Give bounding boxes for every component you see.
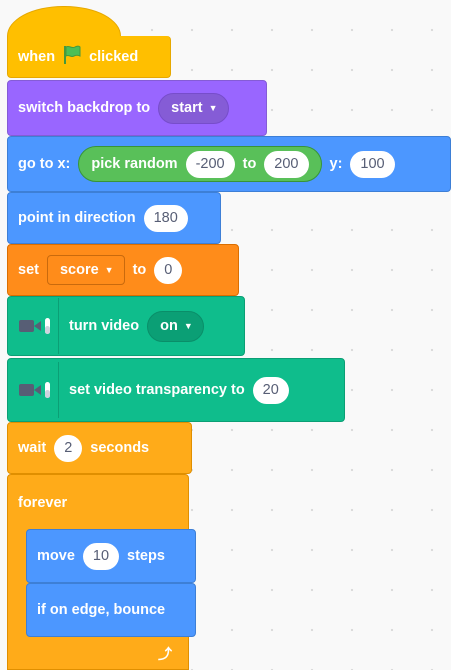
chevron-down-icon: ▼	[104, 265, 114, 275]
wait-block[interactable]: wait 2 seconds	[7, 422, 192, 474]
seconds-label: seconds	[90, 440, 150, 456]
green-flag-icon	[63, 45, 81, 69]
move-label: move	[37, 548, 75, 564]
point-in-direction-label: point in direction	[18, 210, 136, 226]
point-in-direction-block[interactable]: point in direction 180	[7, 192, 221, 244]
pick-random-reporter[interactable]: pick random -200 to 200	[78, 146, 322, 182]
switch-backdrop-label: switch backdrop to	[18, 100, 151, 116]
bounce-block[interactable]: if on edge, bounce	[26, 583, 196, 637]
video-transparency-label: set video transparency to	[69, 382, 245, 398]
set-to-label: to	[132, 262, 147, 278]
variable-dropdown[interactable]: score ▼	[46, 255, 125, 285]
backdrop-dropdown-value: start	[171, 100, 203, 116]
chevron-down-icon: ▼	[208, 103, 218, 113]
steps-label: steps	[127, 548, 165, 564]
clicked-label: clicked	[89, 48, 139, 65]
loop-arrow-icon: ⤴	[158, 646, 172, 662]
y-input[interactable]: 100	[350, 150, 395, 178]
transparency-input[interactable]: 20	[252, 376, 289, 404]
chevron-down-icon: ▼	[183, 321, 193, 331]
switch-backdrop-block[interactable]: switch backdrop to start ▼	[7, 80, 267, 136]
wait-label: wait	[18, 440, 47, 456]
forever-label: forever	[18, 495, 68, 511]
video-state-value: on	[160, 318, 178, 334]
random-to-input[interactable]: 200	[264, 150, 309, 178]
variable-value-input[interactable]: 0	[154, 256, 183, 284]
video-state-dropdown[interactable]: on ▼	[147, 310, 204, 342]
pick-random-label: pick random	[91, 156, 178, 172]
wait-seconds-input[interactable]: 2	[54, 434, 83, 462]
block-icon-divider	[58, 362, 59, 418]
backdrop-dropdown[interactable]: start ▼	[158, 92, 229, 124]
y-label: y:	[329, 156, 343, 172]
move-steps-input[interactable]: 10	[82, 542, 120, 570]
variable-dropdown-value: score	[59, 262, 99, 278]
block-icon-divider	[58, 298, 59, 354]
random-to-label: to	[242, 156, 257, 172]
video-camera-icon	[18, 381, 52, 399]
when-flag-clicked-block[interactable]: when clicked	[7, 36, 171, 78]
set-video-transparency-block[interactable]: set video transparency to 20	[7, 358, 345, 422]
bounce-label: if on edge, bounce	[37, 602, 166, 618]
set-label: set	[18, 262, 39, 278]
move-steps-block[interactable]: move 10 steps	[26, 529, 196, 583]
go-to-xy-block[interactable]: go to x: pick random -200 to 200 y: 100	[7, 136, 451, 192]
video-camera-icon	[18, 317, 52, 335]
go-to-x-label: go to x:	[18, 156, 71, 172]
set-variable-block[interactable]: set score ▼ to 0	[7, 244, 239, 296]
random-from-input[interactable]: -200	[185, 150, 235, 178]
direction-input[interactable]: 180	[143, 204, 188, 232]
when-label: when	[18, 48, 56, 65]
turn-video-block[interactable]: turn video on ▼	[7, 296, 245, 356]
turn-video-label: turn video	[69, 318, 140, 334]
